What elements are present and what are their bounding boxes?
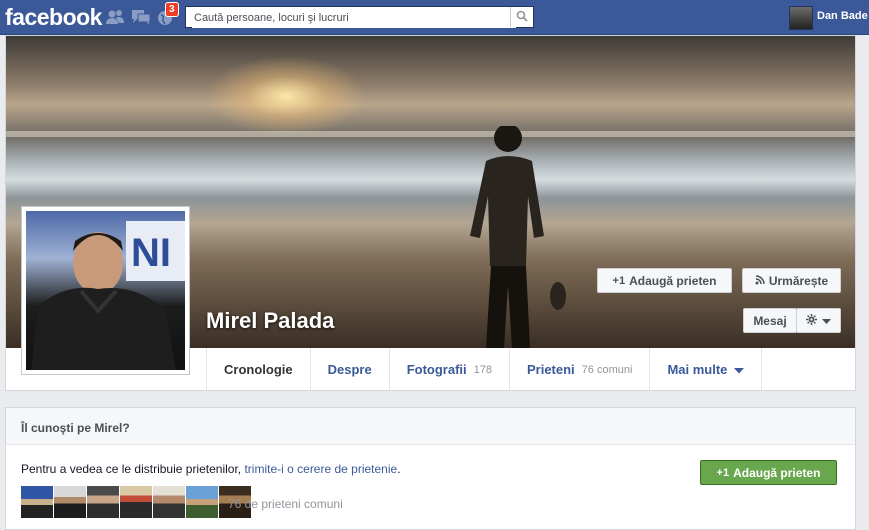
mutual-friends-thumbnails	[21, 486, 251, 518]
know-text-start: Pentru a vedea ce le distribuie prieteni…	[21, 462, 245, 476]
tab-prieteni[interactable]: Prieteni 76 comuni	[508, 348, 649, 391]
mutual-friend-avatar[interactable]	[153, 486, 185, 518]
search-button[interactable]	[510, 7, 533, 27]
cover-person-silhouette	[470, 126, 566, 348]
mutual-friend-avatar[interactable]	[186, 486, 218, 518]
tab-label: Prieteni	[526, 362, 575, 377]
user-name-link[interactable]: Dan Bade	[817, 10, 868, 22]
tab-label: Despre	[327, 362, 372, 377]
add-friend-icon: +1	[612, 274, 626, 287]
know-text-end: .	[397, 462, 401, 476]
tab-label: Mai multe	[667, 362, 728, 377]
add-friend-green-label: Adaugă prieten	[733, 465, 821, 480]
mutual-friends-count[interactable]: 76 de prieteni comuni	[228, 497, 343, 511]
friend-requests-icon[interactable]	[105, 7, 125, 27]
know-person-card: Îl cunoşti pe Mirel? Pentru a vedea ce l…	[5, 407, 856, 530]
profile-picture-image: NI	[26, 211, 185, 370]
mutual-friend-avatar[interactable]	[21, 486, 53, 518]
rss-icon	[755, 274, 765, 288]
tab-fotografii[interactable]: Fotografii 178	[388, 348, 509, 391]
message-button[interactable]: Mesaj	[743, 308, 797, 333]
tab-mai-multe[interactable]: Mai multe	[649, 348, 763, 391]
mutual-friend-avatar[interactable]	[54, 486, 86, 518]
profile-header-card: +1 Adaugă prieten Urmărește Mesaj Mirel …	[5, 35, 856, 391]
add-friend-icon: +1	[716, 466, 730, 479]
tab-cronologie[interactable]: Cronologie	[206, 348, 310, 391]
messages-icon[interactable]	[131, 7, 151, 27]
mutual-friend-avatar[interactable]	[87, 486, 119, 518]
add-friend-green-button[interactable]: +1 Adaugă prieten	[700, 460, 837, 485]
chevron-down-icon	[822, 314, 831, 328]
follow-label: Urmărește	[768, 273, 829, 288]
follow-button[interactable]: Urmărește	[742, 268, 841, 293]
tab-label: Fotografii	[406, 362, 467, 377]
add-friend-label: Adaugă prieten	[629, 273, 717, 288]
mutual-friend-avatar[interactable]	[120, 486, 152, 518]
search-box	[185, 6, 534, 28]
message-label: Mesaj	[753, 313, 787, 328]
know-person-text: Pentru a vedea ce le distribuie prieteni…	[21, 462, 401, 476]
profile-name[interactable]: Mirel Palada	[206, 308, 334, 334]
tab-label: Cronologie	[224, 362, 293, 377]
profile-tabs: Cronologie Despre Fotografii 178 Prieten…	[206, 348, 763, 391]
user-avatar[interactable]	[789, 6, 813, 30]
notifications-badge: 3	[165, 2, 179, 17]
add-friend-button[interactable]: +1 Adaugă prieten	[597, 268, 732, 293]
tab-despre[interactable]: Despre	[309, 348, 389, 391]
tab-count: 178	[473, 363, 492, 376]
know-person-title: Îl cunoşti pe Mirel?	[6, 408, 855, 445]
chevron-down-icon	[734, 362, 745, 377]
profile-picture[interactable]: NI	[21, 206, 190, 375]
settings-dropdown-button[interactable]	[796, 308, 841, 333]
gear-icon	[806, 313, 817, 328]
send-friend-request-link[interactable]: trimite-i o cerere de prietenie	[244, 462, 397, 476]
facebook-logo[interactable]: facebook	[5, 4, 102, 31]
search-icon	[516, 10, 528, 25]
svg-text:NI: NI	[131, 231, 171, 275]
search-input[interactable]	[192, 8, 516, 28]
tab-count: 76 comuni	[581, 363, 633, 376]
top-bar: facebook 3 Dan Bade	[0, 0, 869, 35]
cover-horizon	[6, 131, 855, 137]
